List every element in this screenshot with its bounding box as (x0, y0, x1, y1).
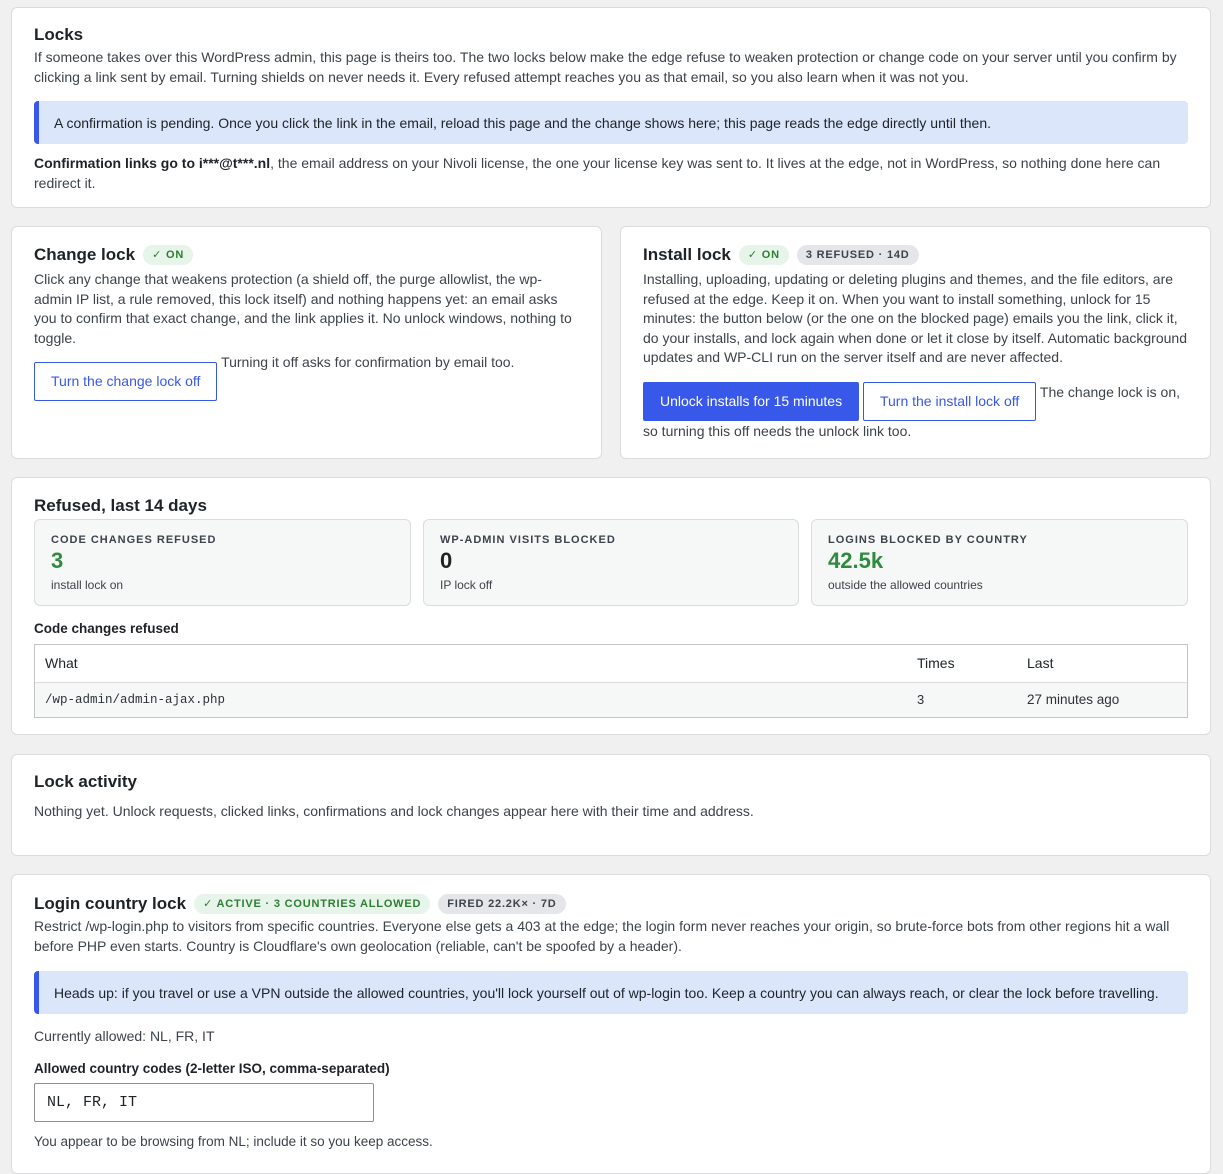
lock-activity-card: Lock activity Nothing yet. Unlock reques… (11, 754, 1211, 856)
stat-sub: IP lock off (440, 578, 493, 592)
country-hint: You appear to be browsing from NL; inclu… (34, 1134, 433, 1149)
stat-wp-admin-visits: WP-ADMIN VISITS BLOCKED 0 IP lock off (423, 519, 799, 606)
country-field-label: Allowed country codes (2-letter ISO, com… (34, 1060, 390, 1076)
confirm-email-label: Confirmation links go to i***@t***.nl (34, 155, 271, 171)
install-lock-off-button[interactable]: Turn the install lock off (862, 381, 1037, 421)
country-lock-title: Login country lock (34, 894, 187, 913)
change-lock-description: Click any change that weakens protection… (34, 271, 572, 346)
confirm-info: Confirmation links go to i***@t***.nl, t… (34, 154, 1188, 193)
refused-title: Refused, last 14 days (34, 496, 207, 515)
stat-code-changes: CODE CHANGES REFUSED 3 install lock on (34, 519, 411, 606)
country-lock-description: Restrict /wp-login.php to visitors from … (34, 918, 1170, 954)
stat-value: 3 (51, 548, 64, 573)
country-lock-card: Login country lock ✓ ACTIVE · 3 COUNTRIE… (11, 874, 1211, 1174)
change-lock-off-note: Turning it off asks for confirmation by … (221, 354, 515, 370)
activity-title: Lock activity (34, 772, 137, 791)
unlock-installs-button[interactable]: Unlock installs for 15 minutes (643, 381, 860, 421)
refused-table: What Times Last /wp-admin/admin-ajax.php… (34, 644, 1188, 718)
stat-sub: outside the allowed countries (828, 578, 983, 592)
activity-empty-text: Nothing yet. Unlock requests, clicked li… (34, 803, 754, 819)
column-header-last: Last (1027, 655, 1054, 672)
install-lock-description: Installing, uploading, updating or delet… (643, 271, 1187, 365)
stat-value: 42.5k (828, 548, 884, 573)
column-header-times: Times (917, 655, 955, 672)
locks-title: Locks (34, 25, 84, 44)
stat-value: 0 (440, 548, 453, 573)
install-lock-title: Install lock (643, 245, 731, 264)
change-lock-status-badge: ✓ ON (143, 245, 194, 265)
country-lock-status-badge: ✓ ACTIVE · 3 COUNTRIES ALLOWED (194, 894, 431, 914)
country-lock-fired-badge: FIRED 22.2K× · 7D (438, 894, 566, 914)
change-lock-card: Change lock ✓ ON Click any change that w… (11, 226, 602, 459)
cell-times: 3 (907, 681, 1017, 717)
locks-intro: If someone takes over this WordPress adm… (34, 49, 1177, 85)
install-lock-refused-badge: 3 REFUSED · 14D (796, 245, 919, 265)
refused-card: Refused, last 14 days CODE CHANGES REFUS… (11, 477, 1211, 735)
stat-logins-by-country: LOGINS BLOCKED BY COUNTRY 42.5k outside … (811, 519, 1188, 606)
change-lock-off-button[interactable]: Turn the change lock off (34, 362, 218, 401)
refused-table-title: Code changes refused (34, 621, 179, 636)
locks-card: Locks If someone takes over this WordPre… (11, 7, 1211, 208)
install-lock-status-badge: ✓ ON (738, 245, 789, 265)
stat-label: LOGINS BLOCKED BY COUNTRY (828, 534, 1028, 546)
country-codes-input[interactable] (34, 1083, 374, 1122)
currently-allowed: Currently allowed: NL, FR, IT (34, 1028, 215, 1044)
pending-notice: A confirmation is pending. Once you clic… (34, 101, 1188, 144)
stat-sub: install lock on (51, 578, 124, 592)
cell-last: 27 minutes ago (1017, 681, 1187, 717)
stat-label: WP-ADMIN VISITS BLOCKED (440, 534, 616, 546)
country-lock-warning-text: Heads up: if you travel or use a VPN out… (54, 985, 1159, 1001)
column-header-what: What (45, 655, 78, 672)
cell-what: /wp-admin/admin-ajax.php (35, 681, 907, 717)
table-row: /wp-admin/admin-ajax.php 3 27 minutes ag… (35, 681, 1187, 717)
install-lock-card: Install lock ✓ ON 3 REFUSED · 14D Instal… (620, 226, 1211, 459)
stat-label: CODE CHANGES REFUSED (51, 534, 217, 546)
country-lock-warning: Heads up: if you travel or use a VPN out… (34, 971, 1188, 1014)
pending-notice-text: A confirmation is pending. Once you clic… (54, 115, 992, 131)
change-lock-title: Change lock (34, 245, 136, 264)
